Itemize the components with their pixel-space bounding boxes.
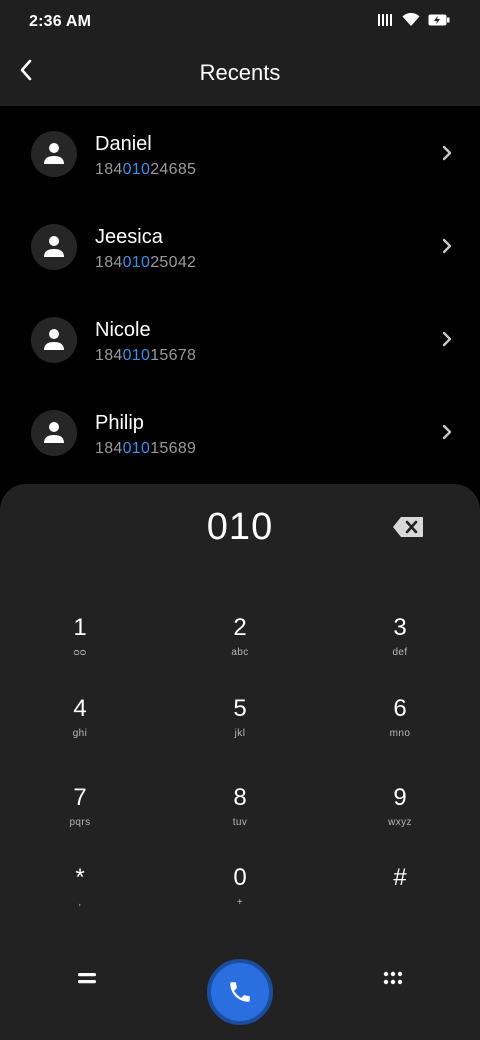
dial-key-4[interactable]: 4 ghi xyxy=(25,689,135,755)
chevron-right-icon xyxy=(442,145,452,161)
dial-key-digit: # xyxy=(393,864,407,891)
page-title: Recents xyxy=(199,60,281,85)
dialpad-panel: 010 1 ᴑᴑ 2 abc 3 def 4 ghi 5 jkl 6 mno 7… xyxy=(0,484,480,1040)
contact-row[interactable]: Philip 18401015689 xyxy=(0,385,480,478)
status-time: 2:36 AM xyxy=(29,13,92,30)
dial-key-5[interactable]: 5 jkl xyxy=(185,689,295,755)
contact-number: 18401025042 xyxy=(95,254,197,271)
dial-key-digit: 1 xyxy=(73,614,87,641)
backspace-icon[interactable] xyxy=(392,516,424,538)
contact-row[interactable]: Daniel 18401024685 xyxy=(0,106,480,199)
dial-key-3[interactable]: 3 def xyxy=(345,608,455,674)
dial-key-star[interactable]: * , xyxy=(25,858,135,924)
menu-icon xyxy=(78,973,96,984)
contact-row[interactable]: Jeesica 18401025042 xyxy=(0,199,480,292)
voicemail-icon: ᴑᴑ xyxy=(73,647,87,658)
dial-key-7[interactable]: 7 pqrs xyxy=(25,778,135,844)
dial-key-letters: jkl xyxy=(234,728,246,739)
person-icon xyxy=(44,236,64,257)
contact-number: 18401015678 xyxy=(95,347,197,364)
dial-key-letters: pqrs xyxy=(69,817,91,828)
dial-key-digit: 2 xyxy=(233,614,247,641)
recents-list: Daniel 18401024685 Jeesica 18401025042 N… xyxy=(0,106,480,478)
dial-key-6[interactable]: 6 mno xyxy=(345,689,455,755)
dial-key-hash[interactable]: # xyxy=(345,858,455,924)
dialpad-toggle-button[interactable] xyxy=(376,966,410,990)
dial-key-letters: mno xyxy=(389,728,411,739)
dial-key-digit: 0 xyxy=(233,864,247,891)
dial-key-digit: 8 xyxy=(233,784,247,811)
phone-icon xyxy=(230,982,250,1002)
chevron-right-icon xyxy=(442,331,452,347)
signal-icon xyxy=(378,14,392,26)
dial-key-letters: def xyxy=(392,647,408,658)
dial-key-digit: 3 xyxy=(393,614,407,641)
chevron-right-icon xyxy=(442,238,452,254)
avatar xyxy=(31,224,77,270)
contact-number: 18401024685 xyxy=(95,161,197,178)
dial-key-letters: ghi xyxy=(72,728,88,739)
contact-row[interactable]: Nicole 18401015678 xyxy=(0,292,480,385)
avatar xyxy=(31,131,77,177)
dial-key-digit: 6 xyxy=(393,695,407,722)
dial-key-letters: + xyxy=(236,897,244,908)
dial-key-digit: * xyxy=(75,864,85,891)
dialpad-grid-icon xyxy=(383,971,403,985)
status-icons xyxy=(378,13,450,27)
dial-key-letters: , xyxy=(78,897,82,908)
avatar xyxy=(31,317,77,363)
dial-key-1[interactable]: 1 ᴑᴑ xyxy=(25,608,135,674)
dial-key-digit: 9 xyxy=(393,784,407,811)
contact-number: 18401015689 xyxy=(95,440,197,457)
dial-key-digit: 7 xyxy=(73,784,87,811)
dial-key-8[interactable]: 8 tuv xyxy=(185,778,295,844)
contact-name: Philip xyxy=(95,412,144,434)
menu-button[interactable] xyxy=(70,966,104,990)
wifi-icon xyxy=(402,13,420,26)
avatar xyxy=(31,410,77,456)
person-icon xyxy=(44,422,64,443)
status-bar: 2:36 AM xyxy=(0,0,480,44)
person-icon xyxy=(44,143,64,164)
dial-key-letters: wxyz xyxy=(388,817,412,828)
dial-key-digit: 4 xyxy=(73,695,87,722)
dial-key-digit: 5 xyxy=(233,695,247,722)
call-button[interactable] xyxy=(207,959,273,1025)
contact-name: Daniel xyxy=(95,133,152,155)
dial-key-2[interactable]: 2 abc xyxy=(185,608,295,674)
dial-key-letters: abc xyxy=(231,647,249,658)
dial-key-9[interactable]: 9 wxyz xyxy=(345,778,455,844)
battery-charging-icon xyxy=(428,14,450,26)
dial-key-letters: tuv xyxy=(232,817,248,828)
person-icon xyxy=(44,329,64,350)
contact-name: Nicole xyxy=(95,319,151,341)
chevron-right-icon xyxy=(442,424,452,440)
app-header: Recents xyxy=(0,44,480,106)
dial-key-0[interactable]: 0 + xyxy=(185,858,295,924)
contact-name: Jeesica xyxy=(95,226,163,248)
